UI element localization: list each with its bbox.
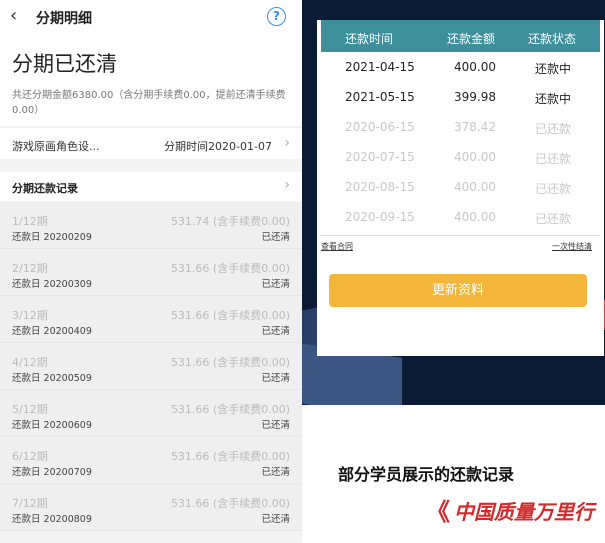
record-period: 6/12期	[12, 450, 48, 463]
record-amount: 531.66 (含手续费0.00)	[170, 403, 290, 416]
table-row: 2021-05-15 399.98 还款中	[321, 82, 600, 112]
table-row: 2020-07-15 400.00 已还款	[321, 142, 600, 172]
installment-detail-screen: ‹ 分期明细 ? 分期已还清 共还分期金额6380.00（含分期手续费0.00，…	[0, 0, 302, 543]
cell-amount: 400.00	[454, 150, 496, 164]
logo-text: 中国质量万里行	[454, 500, 594, 524]
record-period: 2/12期	[12, 262, 48, 275]
header-status: 还款状态	[528, 32, 577, 46]
cell-amount: 399.98	[454, 90, 496, 104]
record-status: 已还清	[261, 279, 290, 290]
record-period: 1/12期	[12, 215, 48, 228]
brand-logo: 《 中国质量万里行	[426, 497, 601, 527]
logo-mark-icon: 《	[426, 498, 450, 526]
list-item: 4/12期 531.66 (含手续费0.00) 还款日 20200509 已还清	[0, 343, 302, 390]
record-amount: 531.74 (含手续费0.00)	[170, 215, 290, 228]
record-status: 已还清	[261, 326, 290, 337]
divider	[321, 235, 600, 236]
pay-off-link[interactable]: 一次性结清	[552, 241, 592, 252]
record-date: 还款日 20200709	[12, 467, 92, 478]
cell-date: 2020-08-15	[345, 180, 415, 194]
cell-amount: 378.42	[454, 120, 496, 134]
record-amount: 531.66 (含手续费0.00)	[170, 497, 290, 510]
nav-bar: ‹ 分期明细 ?	[0, 0, 302, 34]
cell-date: 2021-04-15	[345, 60, 415, 74]
course-name: 游戏原画角色设...	[12, 140, 100, 153]
table-row: 2021-04-15 400.00 还款中	[321, 52, 600, 82]
list-item: 3/12期 531.66 (含手续费0.00) 还款日 20200409 已还清	[0, 296, 302, 343]
header-amount: 还款金额	[447, 32, 496, 46]
list-item: 2/12期 531.66 (含手续费0.00) 还款日 20200309 已还清	[0, 249, 302, 296]
cell-amount: 400.00	[454, 60, 496, 74]
table-row: 2020-06-15 378.42 已还款	[321, 112, 600, 142]
chevron-right-icon: ›	[284, 135, 290, 151]
record-status: 已还清	[261, 467, 290, 478]
list-item: 6/12期 531.66 (含手续费0.00) 还款日 20200709 已还清	[0, 437, 302, 484]
cell-status: 已还款	[535, 152, 572, 166]
page-title: 分期明细	[36, 11, 92, 27]
record-date: 还款日 20200809	[12, 514, 92, 525]
repayment-card: 还款时间 还款金额 还款状态 2021-04-15 400.00 还款中 202…	[317, 20, 604, 356]
installment-time: 分期时间2020-01-07	[164, 140, 272, 153]
summary-text: 共还分期金额6380.00（含分期手续费0.00，提前还清手续费0.00）	[12, 90, 286, 116]
cell-status: 已还款	[535, 122, 572, 136]
record-period: 7/12期	[12, 497, 48, 510]
record-status: 已还清	[261, 373, 290, 384]
course-info-row[interactable]: 游戏原画角色设... 分期时间2020-01-07 ›	[0, 127, 302, 159]
cell-status: 还款中	[535, 92, 572, 106]
record-status: 已还清	[261, 420, 290, 431]
status-heading: 分期已还清	[12, 52, 117, 76]
record-list: 1/12期 531.74 (含手续费0.00) 还款日 20200209 已还清…	[0, 202, 302, 531]
chevron-right-icon: ›	[284, 177, 290, 193]
update-info-button[interactable]: 更新资料	[329, 274, 587, 307]
repayment-table: 2021-04-15 400.00 还款中 2021-05-15 399.98 …	[321, 52, 600, 232]
record-period: 3/12期	[12, 309, 48, 322]
summary-card: 分期已还清 共还分期金额6380.00（含分期手续费0.00，提前还清手续费0.…	[0, 34, 302, 126]
record-amount: 531.66 (含手续费0.00)	[170, 356, 290, 369]
record-amount: 531.66 (含手续费0.00)	[170, 262, 290, 275]
help-icon[interactable]: ?	[267, 7, 286, 26]
record-header-row[interactable]: 分期还款记录 ›	[0, 172, 302, 201]
record-date: 还款日 20200609	[12, 420, 92, 431]
record-status: 已还清	[261, 514, 290, 525]
record-date: 还款日 20200409	[12, 326, 92, 337]
cell-status: 已还款	[535, 182, 572, 196]
record-date: 还款日 20200509	[12, 373, 92, 384]
cell-amount: 400.00	[454, 210, 496, 224]
table-row: 2020-08-15 400.00 已还款	[321, 172, 600, 202]
record-date: 还款日 20200309	[12, 279, 92, 290]
record-amount: 531.66 (含手续费0.00)	[170, 309, 290, 322]
record-title: 分期还款记录	[12, 182, 78, 195]
record-status: 已还清	[261, 232, 290, 243]
header-date: 还款时间	[345, 32, 394, 46]
cell-status: 还款中	[535, 62, 572, 76]
cell-date: 2021-05-15	[345, 90, 415, 104]
cell-date: 2020-06-15	[345, 120, 415, 134]
view-contract-link[interactable]: 查看合同	[321, 241, 353, 252]
record-amount: 531.66 (含手续费0.00)	[170, 450, 290, 463]
cell-status: 已还款	[535, 212, 572, 226]
record-period: 5/12期	[12, 403, 48, 416]
record-date: 还款日 20200209	[12, 232, 92, 243]
cell-date: 2020-09-15	[345, 210, 415, 224]
list-item: 5/12期 531.66 (含手续费0.00) 还款日 20200609 已还清	[0, 390, 302, 437]
cell-amount: 400.00	[454, 180, 496, 194]
table-header: 还款时间 还款金额 还款状态	[321, 20, 600, 52]
list-item: 7/12期 531.66 (含手续费0.00) 还款日 20200809 已还清	[0, 484, 302, 531]
caption: 部分学员展示的还款记录	[338, 465, 515, 484]
list-item: 1/12期 531.74 (含手续费0.00) 还款日 20200209 已还清	[0, 202, 302, 249]
back-arrow-icon[interactable]: ‹	[10, 6, 17, 26]
record-period: 4/12期	[12, 356, 48, 369]
cell-date: 2020-07-15	[345, 150, 415, 164]
table-row: 2020-09-15 400.00 已还款	[321, 202, 600, 232]
